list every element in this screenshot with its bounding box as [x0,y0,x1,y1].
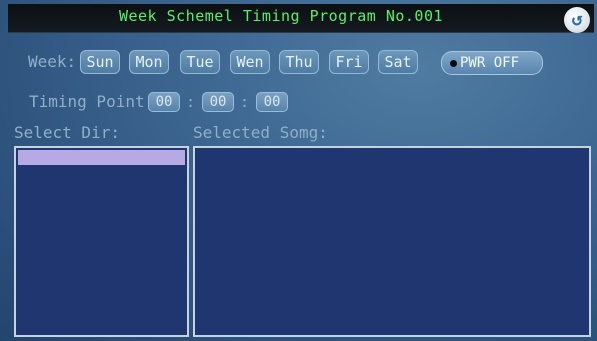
day-fri-button[interactable]: Fri [329,50,369,74]
directory-list[interactable] [14,146,189,337]
select-dir-label: Select Dir: [14,123,120,142]
power-indicator-icon [450,60,457,67]
day-tue-button[interactable]: Tue [180,50,220,74]
hour-field[interactable]: 00 [148,92,180,112]
song-list[interactable] [193,146,591,337]
day-wen-button[interactable]: Wen [230,50,270,74]
second-field[interactable]: 00 [256,92,288,112]
back-arrow-icon: ↺ [571,9,583,30]
day-sun-button[interactable]: Sun [80,50,120,74]
power-label: PWR OFF [460,55,520,71]
back-button[interactable]: ↺ [564,7,590,33]
day-mon-button[interactable]: Mon [129,50,169,74]
selected-song-label: Selected Somg: [193,123,328,142]
time-separator: : [186,93,196,111]
title-bar: Week Schemel Timing Program No.001 ↺ [8,4,594,33]
timing-point-label: Timing Point [29,92,145,111]
directory-list-item-selected[interactable] [18,150,185,165]
page-title: Week Schemel Timing Program No.001 [118,7,444,25]
screen: Week Schemel Timing Program No.001 ↺ Wee… [0,0,597,341]
week-label: Week: [28,52,77,71]
day-thu-button[interactable]: Thu [279,50,319,74]
time-separator: : [240,93,250,111]
day-sat-button[interactable]: Sat [378,50,418,74]
power-toggle-button[interactable]: PWR OFF [441,51,543,75]
minute-field[interactable]: 00 [202,92,234,112]
